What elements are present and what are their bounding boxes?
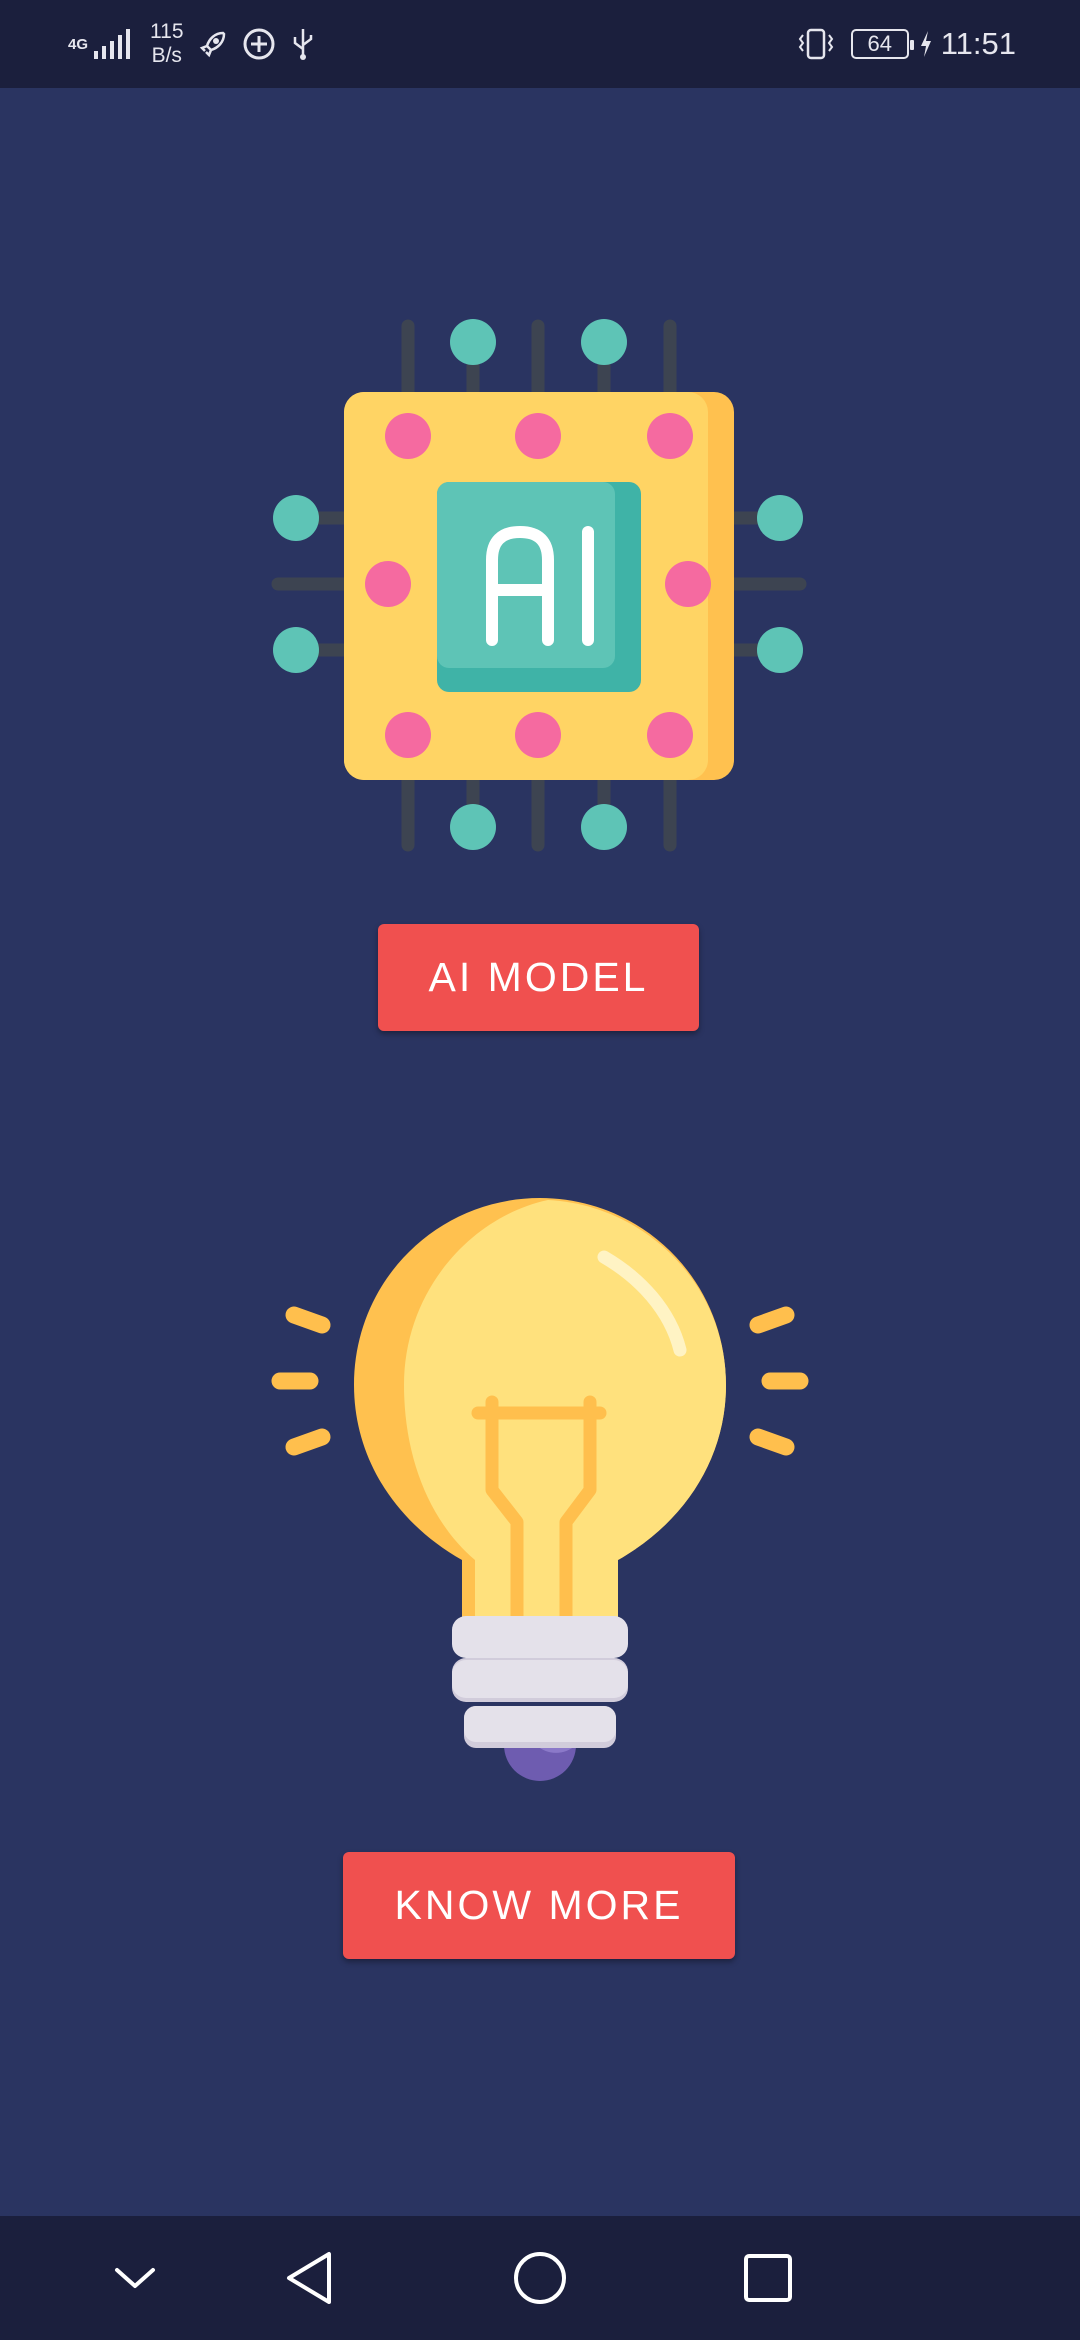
collapse-nav-button[interactable] [95, 2238, 175, 2318]
speed-unit: B/s [151, 44, 182, 67]
chevron-down-icon [115, 2268, 155, 2288]
speed-value: 115 [150, 20, 184, 43]
navigation-bar [0, 2216, 1080, 2340]
add-circle-icon [243, 28, 274, 60]
know-more-button[interactable]: KNOW MORE [343, 1852, 735, 1959]
screen: 4G 115 B/s 64 11:51 AI MODEL KNOW MORE [0, 0, 1080, 2340]
recents-button[interactable] [728, 2238, 808, 2318]
status-bar: 4G 115 B/s 64 11:51 [0, 0, 1080, 88]
home-icon [514, 2252, 566, 2304]
clock: 11:51 [940, 26, 1016, 61]
battery-tip [909, 40, 914, 50]
battery-icon: 64 [850, 29, 914, 59]
light-bulb-icon [271, 1198, 809, 1781]
ai-model-button[interactable]: AI MODEL [378, 924, 699, 1031]
home-button[interactable] [500, 2238, 580, 2318]
back-icon [287, 2252, 331, 2304]
network-speed: 115 B/s [150, 20, 183, 68]
signal-icon [94, 29, 131, 59]
vibrate-icon [798, 28, 833, 60]
back-button[interactable] [270, 2238, 350, 2318]
battery-level: 64 [867, 31, 892, 56]
ai-chip-icon [271, 319, 807, 852]
recents-icon [744, 2254, 792, 2302]
usb-icon [293, 29, 312, 60]
network-type: 4G [68, 35, 89, 53]
status-left: 4G 115 B/s [68, 18, 316, 70]
status-right: 64 11:51 [781, 18, 1016, 70]
rocket-icon [199, 31, 225, 58]
charging-icon [920, 31, 931, 57]
